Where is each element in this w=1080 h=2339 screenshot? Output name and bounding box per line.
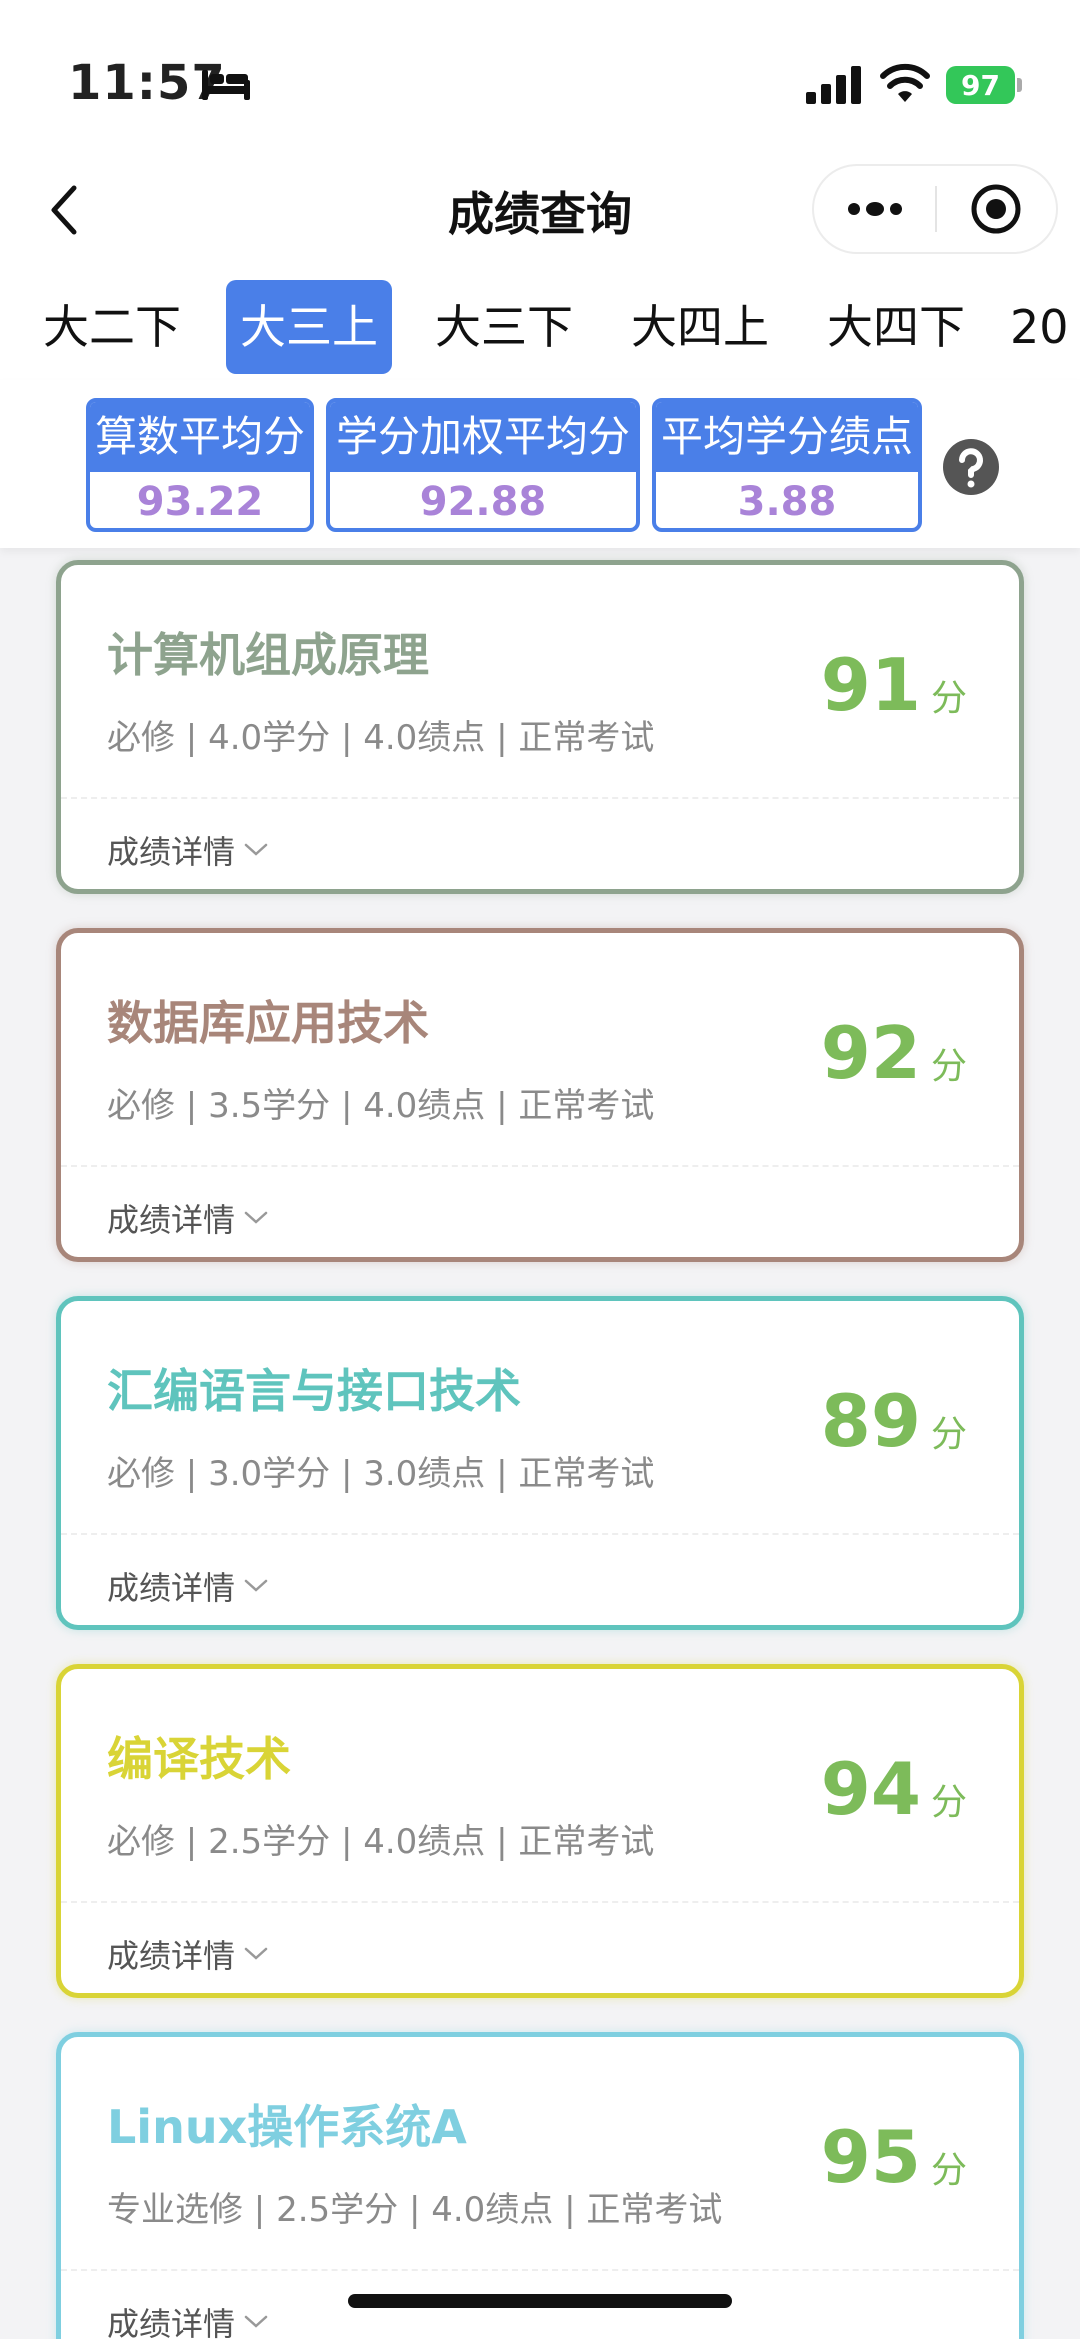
chevron-down-icon (244, 843, 268, 856)
chevron-down-icon (244, 1211, 268, 1224)
grade-detail-toggle[interactable]: 成绩详情 (107, 1195, 269, 1241)
battery-indicator: 97 (946, 66, 1022, 104)
score-unit: 分 (930, 1414, 967, 1455)
course-name: 计算机组成原理 (107, 628, 429, 682)
course-meta: 必修 | 4.0学分 | 4.0绩点 | 正常考试 (107, 718, 655, 758)
grade-detail-toggle[interactable]: 成绩详情 (107, 1563, 269, 1609)
arith-avg-label: 算数平均分 (90, 402, 310, 472)
score-unit: 分 (930, 1046, 967, 1087)
wifi-icon (880, 63, 930, 102)
course-score: 95 分 (821, 2115, 967, 2199)
gpa-label: 平均学分绩点 (656, 402, 918, 472)
weighted-avg-label: 学分加权平均分 (330, 402, 636, 472)
course-card[interactable]: 数据库应用技术必修 | 3.5学分 | 4.0绩点 | 正常考试 92 分成绩详情 (56, 928, 1024, 1262)
course-card[interactable]: 编译技术必修 | 2.5学分 | 4.0绩点 | 正常考试 94 分成绩详情 (56, 1664, 1024, 1998)
card-divider (61, 1901, 1019, 1903)
course-card[interactable]: Linux操作系统A 专业选修 | 2.5学分 | 4.0绩点 | 正常考试 95 分… (56, 2032, 1024, 2339)
score-value: 92 (820, 1011, 921, 1095)
course-score: 94 分 (821, 1747, 967, 1831)
course-score: 91 分 (821, 643, 967, 727)
score-unit: 分 (930, 678, 967, 719)
course-score: 92 分 (821, 1011, 967, 1095)
tab-semester-3[interactable]: 大三下 (414, 280, 594, 374)
score-unit: 分 (930, 1782, 967, 1823)
gpa-value: 3.88 (737, 479, 837, 525)
score-value: 91 (820, 643, 921, 727)
course-card[interactable]: 计算机组成原理必修 | 4.0学分 | 4.0绩点 | 正常考试 91 分成绩详情 (56, 560, 1024, 894)
course-meta: 必修 | 3.0学分 | 3.0绩点 | 正常考试 (107, 1454, 655, 1494)
target-close-icon (971, 184, 1021, 234)
semester-tabs: 大二下 大三上 大三下 大四上 大四下 20 (0, 270, 1080, 380)
tab-semester-6[interactable]: 20 (1010, 280, 1080, 374)
arith-avg-box: 算数平均分 93.22 (86, 398, 314, 532)
card-divider (61, 1165, 1019, 1167)
signal-icon (806, 66, 861, 104)
course-meta: 必修 | 2.5学分 | 4.0绩点 | 正常考试 (107, 1822, 655, 1862)
course-card[interactable]: 汇编语言与接口技术必修 | 3.0学分 | 3.0绩点 | 正常考试 89 分成绩详… (56, 1296, 1024, 1630)
grade-detail-label: 成绩详情 (107, 2305, 236, 2339)
course-name: Linux操作系统A (107, 2100, 467, 2154)
tab-semester-4[interactable]: 大四上 (610, 280, 790, 374)
battery-tip (1017, 78, 1022, 92)
grade-detail-toggle[interactable]: 成绩详情 (107, 827, 269, 873)
course-score: 89 分 (821, 1379, 967, 1463)
grade-detail-label: 成绩详情 (107, 833, 236, 871)
gpa-box: 平均学分绩点 3.88 (652, 398, 922, 532)
chevron-down-icon (244, 2315, 268, 2328)
tab-semester-5[interactable]: 大四下 (806, 280, 986, 374)
grade-summary: 算数平均分 93.22 学分加权平均分 92.88 平均学分绩点 3.88 (0, 380, 1080, 548)
weighted-avg-value: 92.88 (419, 479, 547, 525)
score-value: 95 (820, 2115, 921, 2199)
status-bar: 11:57 97 (0, 0, 1080, 150)
question-icon[interactable] (942, 438, 1000, 496)
grade-detail-toggle[interactable]: 成绩详情 (107, 1931, 269, 1977)
grade-detail-label: 成绩详情 (107, 1937, 236, 1975)
arith-avg-value: 93.22 (136, 479, 264, 525)
sleep-bed-icon (202, 70, 250, 100)
more-button[interactable] (814, 166, 935, 252)
tab-semester-2[interactable]: 大三上 (226, 280, 392, 374)
tab-semester-1[interactable]: 大二下 (22, 280, 202, 374)
card-divider (61, 797, 1019, 799)
course-name: 汇编语言与接口技术 (107, 1364, 521, 1418)
mini-program-capsule (812, 164, 1058, 254)
nav-bar: 成绩查询 (0, 150, 1080, 270)
card-divider (61, 1533, 1019, 1535)
grade-detail-toggle[interactable]: 成绩详情 (107, 2299, 269, 2339)
grade-detail-label: 成绩详情 (107, 1201, 236, 1239)
battery-level: 97 (946, 66, 1016, 104)
weighted-avg-box: 学分加权平均分 92.88 (326, 398, 640, 532)
course-name: 编译技术 (107, 1732, 291, 1786)
card-divider (61, 2269, 1019, 2271)
close-button[interactable] (937, 166, 1056, 252)
home-indicator (348, 2294, 732, 2308)
course-meta: 专业选修 | 2.5学分 | 4.0绩点 | 正常考试 (107, 2190, 723, 2230)
course-name: 数据库应用技术 (107, 996, 429, 1050)
more-dots-icon (847, 202, 902, 216)
score-value: 89 (820, 1379, 921, 1463)
score-value: 94 (820, 1747, 921, 1831)
grade-detail-label: 成绩详情 (107, 1569, 236, 1607)
score-unit: 分 (930, 2150, 967, 2191)
chevron-down-icon (244, 1579, 268, 1592)
chevron-down-icon (244, 1947, 268, 1960)
course-meta: 必修 | 3.5学分 | 4.0绩点 | 正常考试 (107, 1086, 655, 1126)
